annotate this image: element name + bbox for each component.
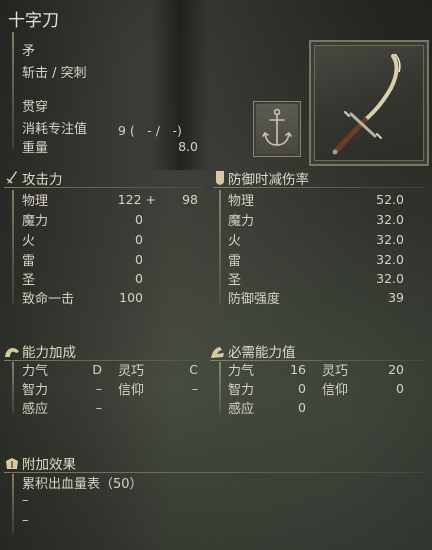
- scaling-label-dex: 灵巧: [118, 364, 145, 379]
- attack-bonus-physical: 98: [182, 192, 198, 207]
- defense-label-lightning: 雷: [228, 254, 242, 269]
- cross-naginata-icon: [309, 40, 429, 166]
- skill-name: 贯穿: [22, 100, 49, 115]
- scaling-value-fai: –: [191, 381, 198, 396]
- effect-item-2: –: [22, 493, 29, 508]
- req-value-dex: 20: [388, 362, 404, 377]
- scaling-label-str: 力气: [22, 364, 49, 379]
- req-value-str: 16: [290, 362, 306, 377]
- req-value-fai: 0: [396, 381, 404, 396]
- attack-label-physical: 物理: [22, 194, 49, 209]
- attack-value-magic: 0: [135, 212, 143, 227]
- fp-cost-value: 9 ( - / -): [118, 123, 182, 138]
- weight-value: 8.0: [178, 139, 198, 154]
- weapon-type: 矛: [22, 44, 36, 59]
- attack-label-magic: 魔力: [22, 214, 49, 229]
- effect-item-1: 累积出血量表（50）: [22, 477, 143, 492]
- attack-value-fire: 0: [135, 232, 143, 247]
- defense-value-lightning: 32.0: [376, 252, 404, 267]
- attack-value-holy: 0: [135, 271, 143, 286]
- attack-value-critical: 100: [119, 290, 143, 305]
- defense-label-guard-boost: 防御强度: [228, 292, 281, 307]
- defense-title: 防御时减伤率: [228, 172, 309, 188]
- defense-side-bar: [219, 190, 221, 305]
- effect-item-3: –: [22, 513, 29, 528]
- anchor-skill-icon: [253, 101, 301, 157]
- defense-value-magic: 32.0: [376, 212, 404, 227]
- defense-label-holy: 圣: [228, 273, 242, 288]
- requirements-title: 必需能力值: [228, 345, 296, 361]
- attack-label-lightning: 雷: [22, 254, 36, 269]
- scaling-value-str: D: [92, 362, 102, 377]
- defense-value-fire: 32.0: [376, 232, 404, 247]
- scaling-label-fai: 信仰: [118, 383, 145, 398]
- attack-value-physical: 122 +: [117, 192, 156, 207]
- req-value-arc: 0: [298, 400, 306, 415]
- req-label-arc: 感应: [228, 402, 255, 417]
- defense-value-holy: 32.0: [376, 271, 404, 286]
- requirements-side-bar: [219, 362, 221, 414]
- defense-label-magic: 魔力: [228, 214, 255, 229]
- scaling-label-int: 智力: [22, 383, 49, 398]
- defense-divider: [214, 187, 424, 188]
- attack-type: 斩击 / 突刺: [22, 66, 87, 81]
- attack-side-bar: [12, 190, 14, 305]
- scaling-title: 能力加成: [22, 345, 76, 361]
- attack-label-fire: 火: [22, 234, 36, 249]
- attack-label-holy: 圣: [22, 273, 36, 288]
- attack-value-lightning: 0: [135, 252, 143, 267]
- req-label-str: 力气: [228, 364, 255, 379]
- effects-title: 附加效果: [22, 457, 76, 473]
- scaling-value-arc: –: [95, 400, 102, 415]
- attack-title: 攻击力: [22, 172, 63, 188]
- defense-value-guard-boost: 39: [388, 290, 404, 305]
- defense-label-physical: 物理: [228, 194, 255, 209]
- req-value-int: 0: [298, 381, 306, 396]
- scaling-side-bar: [12, 362, 14, 414]
- attack-label-critical: 致命一击: [22, 292, 75, 307]
- weight-label: 重量: [22, 141, 49, 156]
- req-label-fai: 信仰: [322, 383, 349, 398]
- scaling-value-dex: C: [189, 362, 198, 377]
- weapon-name: 十字刀: [8, 11, 59, 31]
- effects-side-bar: [12, 474, 14, 534]
- req-label-int: 智力: [228, 383, 255, 398]
- attack-divider: [4, 187, 204, 188]
- defense-label-fire: 火: [228, 234, 242, 249]
- fp-cost-label: 消耗专注值: [22, 122, 88, 137]
- scaling-value-int: –: [95, 381, 102, 396]
- header-divider: [12, 32, 14, 150]
- req-label-dex: 灵巧: [322, 364, 349, 379]
- defense-value-physical: 52.0: [376, 192, 404, 207]
- scaling-label-arc: 感应: [22, 402, 49, 417]
